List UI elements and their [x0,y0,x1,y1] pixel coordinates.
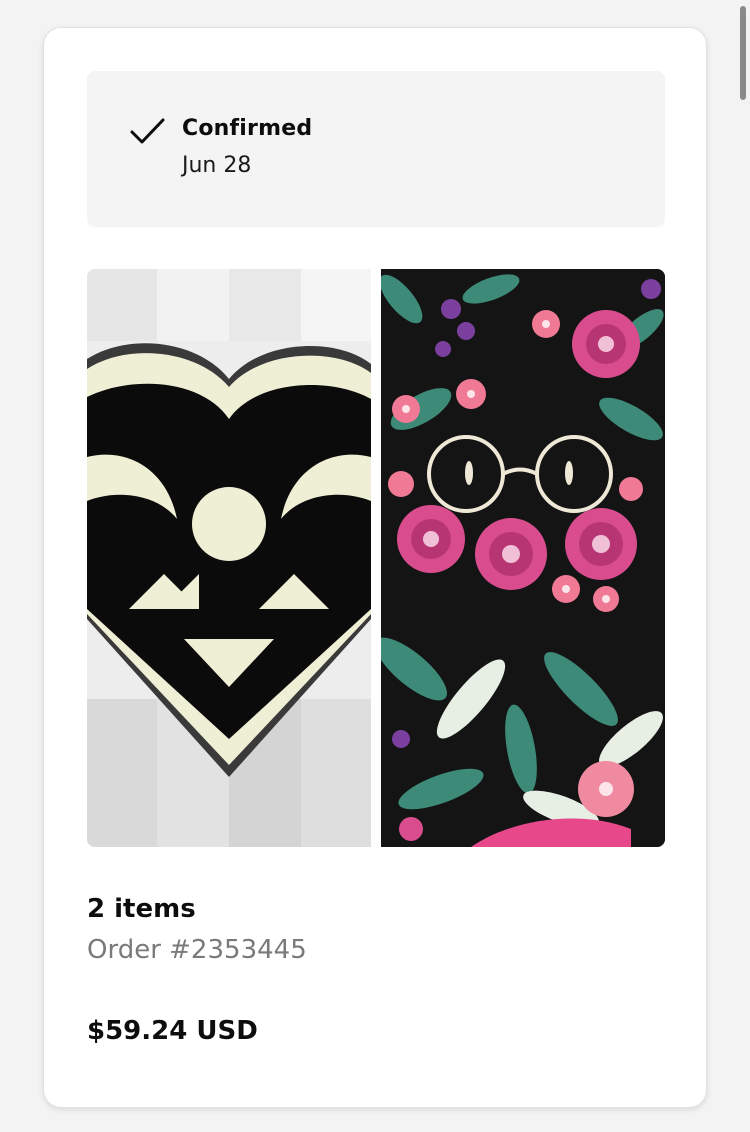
checkmark-icon [130,118,165,144]
order-number: Order #2353445 [87,935,307,965]
items-count: 2 items [87,894,196,924]
page-scrollbar[interactable] [740,6,746,100]
heart-pin-graphic [87,269,371,847]
product-image-heart-pin[interactable] [87,269,371,847]
order-status-panel: Confirmed Jun 28 [87,71,665,227]
order-card[interactable]: Confirmed Jun 28 2 items Order #2353445 … [43,27,707,1108]
product-image-floral-print[interactable] [381,269,665,847]
order-total: $59.24 USD [87,1016,258,1046]
status-label: Confirmed [182,116,313,141]
status-date: Jun 28 [182,153,252,178]
floral-print-graphic [381,269,665,847]
